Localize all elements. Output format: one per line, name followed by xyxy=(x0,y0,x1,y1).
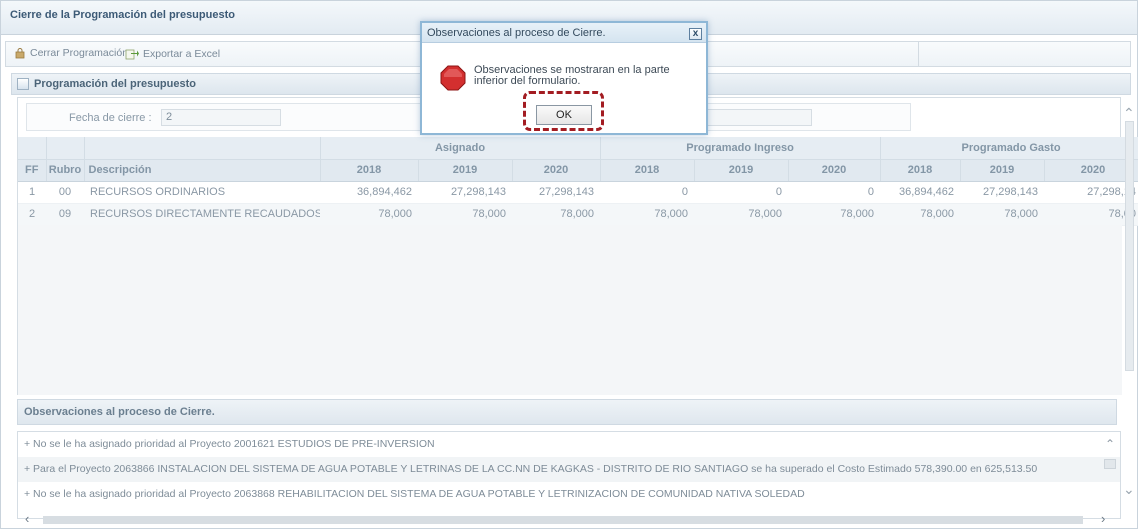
list-item[interactable]: + No se le ha asignado prioridad al Proy… xyxy=(18,432,1120,457)
grp-empty-2 xyxy=(46,137,85,160)
exportar-excel-label: Exportar a Excel xyxy=(143,47,221,60)
budget-grid: Asignado Programado Ingreso Programado G… xyxy=(18,137,1138,226)
cell-value: 36,894,462 xyxy=(320,181,418,204)
col-header-ff[interactable]: FF xyxy=(18,159,47,182)
panel-title: Programación del presupuesto xyxy=(34,78,196,90)
close-icon[interactable]: x xyxy=(689,28,702,40)
table-row[interactable]: 1 00 RECURSOS ORDINARIOS 36,894,462 27,2… xyxy=(18,181,1138,204)
fecha-cierre-field[interactable]: 2 xyxy=(161,109,281,126)
observaciones-horizontal-scrollbar[interactable]: ‹ › xyxy=(17,511,1121,527)
cell-value: 78,000 xyxy=(788,203,881,226)
cell-value: 0 xyxy=(788,181,881,204)
group-header-asignado: Asignado xyxy=(320,137,601,160)
col-header-year[interactable]: 2020 xyxy=(788,159,881,182)
cell-value: 78,000 xyxy=(418,203,512,226)
app-window: Cierre de la Programación del presupuest… xyxy=(0,0,1138,529)
col-header-rubro[interactable]: Rubro xyxy=(46,159,85,182)
chevron-up-icon[interactable]: ⌃ xyxy=(1123,105,1135,122)
col-header-year[interactable]: 2019 xyxy=(418,159,513,182)
panel-icon xyxy=(17,78,29,90)
cell-rubro: 09 xyxy=(46,203,84,226)
col-header-descripcion[interactable]: Descripción xyxy=(84,159,321,182)
scrollbar-thumb[interactable] xyxy=(1125,121,1134,371)
observaciones-header: Observaciones al proceso de Cierre. xyxy=(17,399,1117,425)
col-header-year[interactable]: 2020 xyxy=(512,159,601,182)
scrollbar-thumb[interactable] xyxy=(1104,459,1116,469)
chevron-right-icon[interactable]: › xyxy=(1101,511,1105,526)
col-header-year[interactable]: 2018 xyxy=(600,159,695,182)
cell-value: 36,894,462 xyxy=(880,181,961,204)
grid-vertical-scrollbar[interactable] xyxy=(1123,121,1135,381)
toolbar-separator xyxy=(918,42,919,66)
cell-value: 27,298,143 xyxy=(512,181,601,204)
cell-value: 78,000 xyxy=(320,203,418,226)
observaciones-dialog: Observaciones al proceso de Cierre. x Ob… xyxy=(420,21,708,135)
cerrar-programacion-label: Cerrar Programación xyxy=(30,47,129,59)
cell-value: 27,298,143 xyxy=(960,181,1045,204)
group-header-programado-ingreso: Programado Ingreso xyxy=(600,137,881,160)
excel-export-icon xyxy=(125,49,139,60)
col-header-year[interactable]: 2018 xyxy=(320,159,419,182)
secondary-field[interactable] xyxy=(707,109,812,126)
lock-icon xyxy=(15,48,25,59)
highlight-annotation xyxy=(523,91,604,131)
col-header-year[interactable]: 2019 xyxy=(960,159,1045,182)
scrollbar-thumb[interactable] xyxy=(43,516,1083,524)
exportar-excel-button[interactable]: Exportar a Excel xyxy=(125,47,220,60)
cell-ff: 1 xyxy=(18,181,46,204)
dialog-title: Observaciones al proceso de Cierre. xyxy=(427,27,606,39)
list-item[interactable]: + Para el Proyecto 2063866 INSTALACION D… xyxy=(18,457,1120,482)
observaciones-list: + No se le ha asignado prioridad al Proy… xyxy=(17,431,1121,519)
cell-value: 78,000 xyxy=(600,203,695,226)
dialog-message: Observaciones se mostraran en la parte i… xyxy=(474,64,670,87)
chevron-down-icon[interactable]: ⌄ xyxy=(1123,481,1135,498)
col-header-year[interactable]: 2019 xyxy=(694,159,789,182)
window-title: Cierre de la Programación del presupuest… xyxy=(10,9,235,21)
cell-rubro: 00 xyxy=(46,181,84,204)
grp-empty-3 xyxy=(84,137,321,160)
dialog-titlebar: Observaciones al proceso de Cierre. xyxy=(422,23,706,43)
cell-value: 78,000 xyxy=(694,203,789,226)
cell-value: 0 xyxy=(600,181,695,204)
list-item[interactable]: + No se le ha asignado prioridad al Proy… xyxy=(18,482,1120,507)
cell-ff: 2 xyxy=(18,203,46,226)
grid-empty-area xyxy=(18,225,1122,395)
fecha-cierre-label: Fecha de cierre : xyxy=(69,112,152,124)
chevron-left-icon[interactable]: ‹ xyxy=(25,511,29,526)
observaciones-vertical-scrollbar[interactable]: ⌃ xyxy=(1103,433,1117,517)
cell-descripcion: RECURSOS DIRECTAMENTE RECAUDADOS xyxy=(84,203,320,226)
cell-descripcion: RECURSOS ORDINARIOS xyxy=(84,181,320,204)
cerrar-programacion-button[interactable]: Cerrar Programación xyxy=(14,47,128,59)
observaciones-title: Observaciones al proceso de Cierre. xyxy=(24,406,215,418)
programacion-content: Fecha de cierre : 2 Asignado Programado … xyxy=(17,97,1138,395)
cell-value: 78,000 xyxy=(960,203,1045,226)
table-row[interactable]: 2 09 RECURSOS DIRECTAMENTE RECAUDADOS 78… xyxy=(18,203,1138,226)
cell-value: 27,298,143 xyxy=(418,181,512,204)
grp-empty-1 xyxy=(18,137,47,160)
group-header-programado-gasto: Programado Gasto xyxy=(880,137,1138,160)
chevron-up-icon[interactable]: ⌃ xyxy=(1105,437,1115,451)
stop-icon xyxy=(440,65,466,91)
cell-value: 0 xyxy=(694,181,789,204)
cell-value: 78,000 xyxy=(880,203,961,226)
cell-value: 78,000 xyxy=(512,203,601,226)
col-header-year[interactable]: 2018 xyxy=(880,159,961,182)
